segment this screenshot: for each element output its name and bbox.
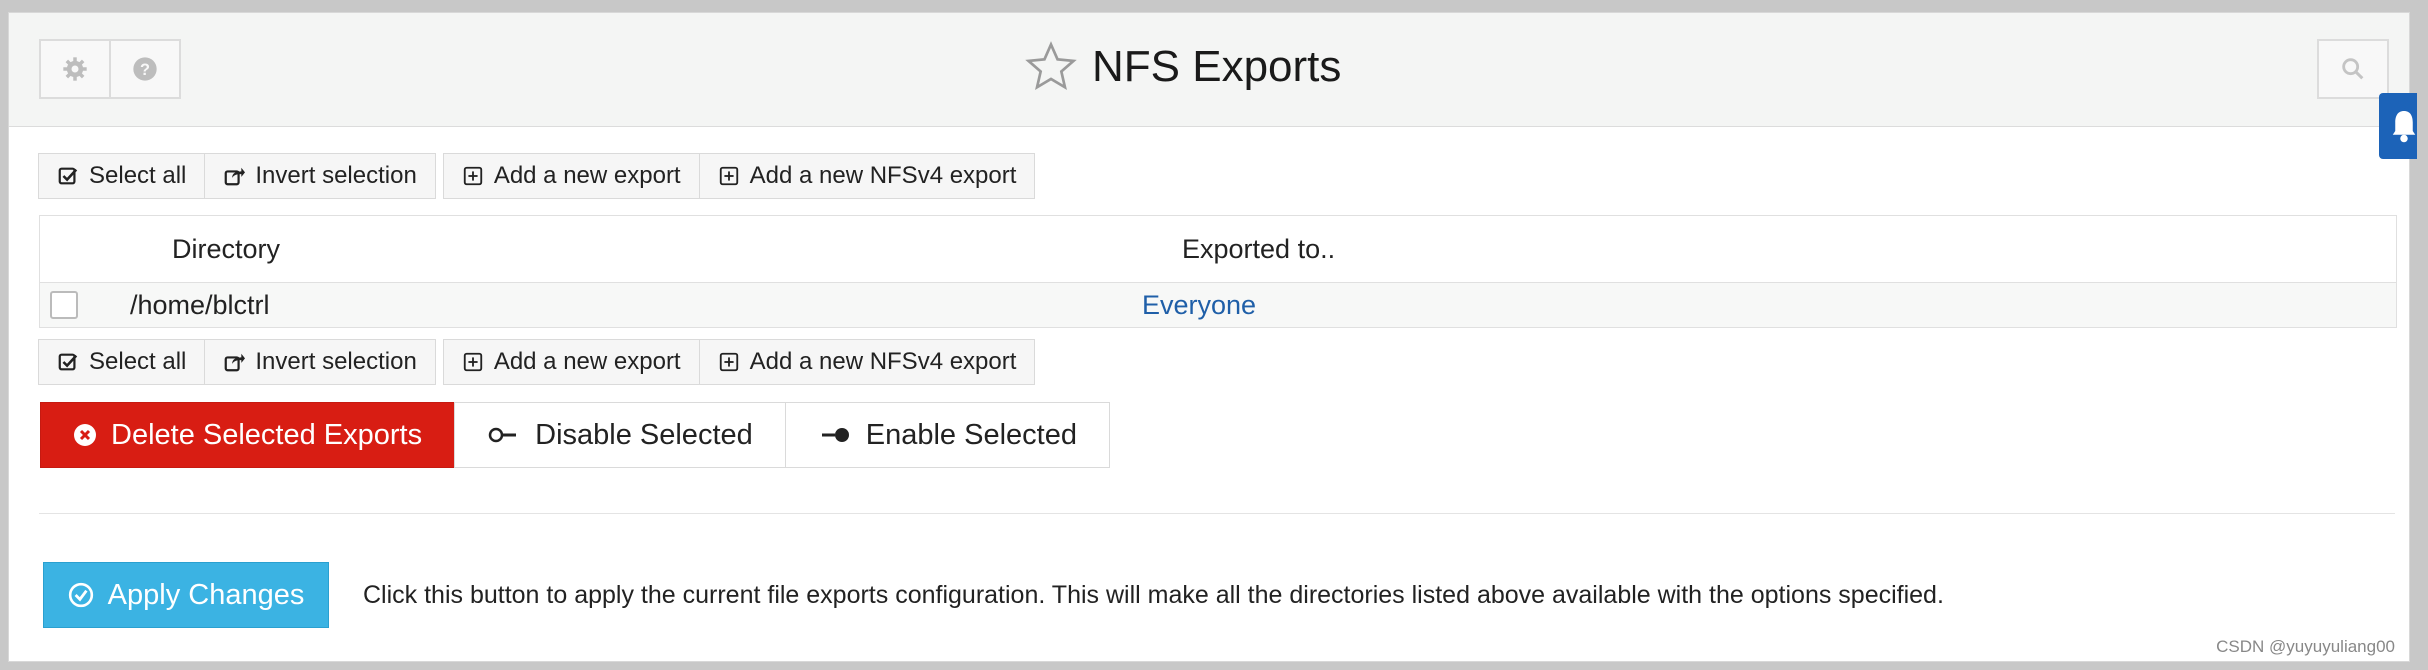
- invert-selection-label: Invert selection: [255, 162, 417, 189]
- invert-selection-label: Invert selection: [255, 348, 417, 375]
- plus-square-icon: [719, 352, 738, 372]
- search-button[interactable]: [2317, 39, 2389, 99]
- divider: [39, 513, 2395, 514]
- select-all-label: Select all: [89, 348, 187, 375]
- page-header: ? NFS Exports: [9, 13, 2409, 127]
- row-exported-to-link[interactable]: Everyone: [1142, 283, 1256, 327]
- enable-selected-label: Enable Selected: [865, 418, 1077, 451]
- check-circle-icon: [68, 582, 93, 608]
- selection-actions: Delete Selected Exports Disable Selected…: [40, 402, 1110, 468]
- add-nfsv4-export-button[interactable]: Add a new NFSv4 export: [698, 339, 1036, 385]
- toggle-on-icon: [821, 428, 849, 442]
- table-row: /home/blctrl Everyone: [40, 283, 2396, 327]
- delete-selected-button[interactable]: Delete Selected Exports: [40, 402, 456, 468]
- enable-selected-button[interactable]: Enable Selected: [784, 402, 1110, 468]
- exports-table: Directory Exported to.. /home/blctrl Eve…: [39, 215, 2397, 328]
- check-square-icon: [58, 167, 78, 185]
- top-toolbar: Select all Invert selection Add a new ex…: [38, 153, 1043, 199]
- help-icon: ?: [133, 57, 157, 81]
- settings-button[interactable]: [39, 39, 111, 99]
- column-header-exported-to[interactable]: Exported to..: [1182, 216, 1335, 282]
- title-area: NFS Exports: [1024, 35, 1341, 99]
- invert-selection-button[interactable]: Invert selection: [204, 153, 436, 199]
- help-button[interactable]: ?: [109, 39, 181, 99]
- add-nfsv4-export-button[interactable]: Add a new NFSv4 export: [698, 153, 1036, 199]
- toggle-off-icon: [488, 427, 517, 443]
- add-export-label: Add a new export: [493, 348, 681, 375]
- apply-changes-label: Apply Changes: [107, 578, 305, 611]
- table-header: Directory Exported to..: [40, 216, 2396, 283]
- select-all-button[interactable]: Select all: [38, 153, 206, 199]
- share-icon: [225, 353, 246, 372]
- share-icon: [225, 167, 246, 186]
- plus-square-icon: [463, 166, 482, 186]
- apply-changes-button[interactable]: Apply Changes: [43, 562, 329, 628]
- star-icon[interactable]: [1024, 40, 1078, 94]
- column-header-directory[interactable]: Directory: [172, 216, 280, 282]
- add-nfsv4-export-label: Add a new NFSv4 export: [749, 348, 1017, 375]
- page-frame: ? NFS Exports Select all Invert selectio…: [8, 12, 2417, 662]
- select-all-button[interactable]: Select all: [38, 339, 206, 385]
- add-export-label: Add a new export: [493, 162, 681, 189]
- disable-selected-label: Disable Selected: [535, 418, 753, 451]
- gear-icon: [63, 57, 87, 81]
- plus-square-icon: [719, 166, 738, 186]
- close-circle-icon: [74, 424, 96, 446]
- row-directory[interactable]: /home/blctrl: [130, 283, 270, 327]
- add-nfsv4-export-label: Add a new NFSv4 export: [749, 162, 1017, 189]
- svg-text:?: ?: [140, 61, 150, 79]
- disable-selected-button[interactable]: Disable Selected: [454, 402, 786, 468]
- select-all-label: Select all: [89, 162, 187, 189]
- add-export-button[interactable]: Add a new export: [442, 339, 700, 385]
- bottom-toolbar: Select all Invert selection Add a new ex…: [38, 339, 1043, 385]
- apply-description: Click this button to apply the current f…: [363, 581, 1944, 609]
- check-square-icon: [58, 353, 78, 371]
- plus-square-icon: [463, 352, 482, 372]
- notification-bell-tab[interactable]: [2379, 93, 2417, 159]
- page-title: NFS Exports: [1092, 42, 1342, 91]
- add-export-button[interactable]: Add a new export: [442, 153, 700, 199]
- watermark: CSDN @yuyuyuliang00: [2216, 637, 2395, 656]
- delete-selected-label: Delete Selected Exports: [111, 418, 423, 451]
- bell-icon: [2392, 111, 2416, 143]
- search-icon: [2342, 58, 2364, 80]
- invert-selection-button[interactable]: Invert selection: [204, 339, 436, 385]
- row-checkbox[interactable]: [50, 291, 78, 319]
